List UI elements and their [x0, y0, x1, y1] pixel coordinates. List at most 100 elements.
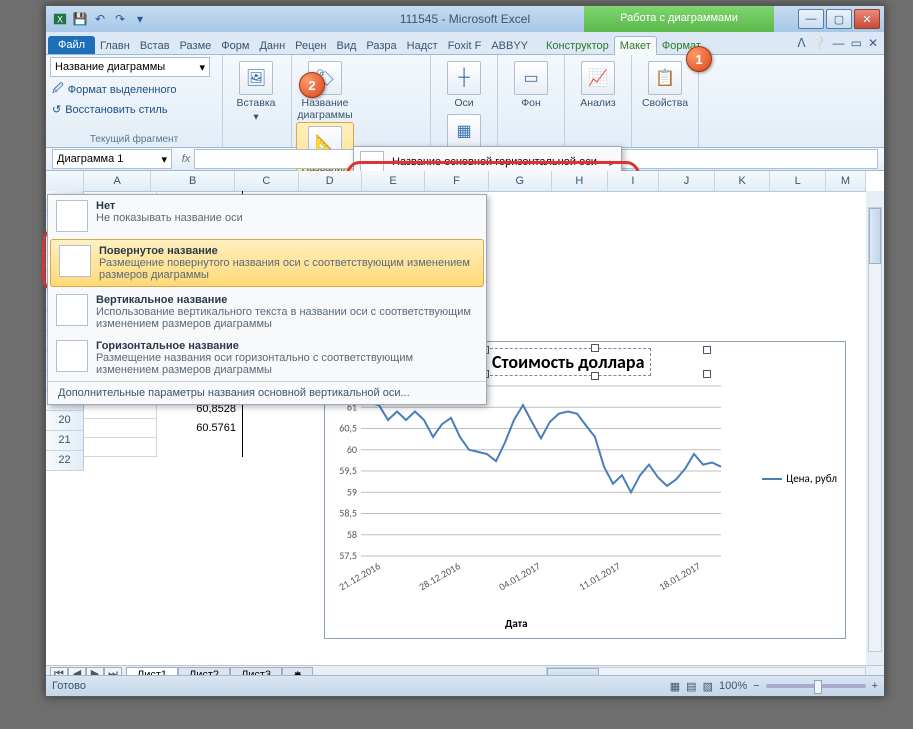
mdi-restore-icon[interactable]: ▭: [851, 36, 862, 50]
view-layout-icon[interactable]: ▤: [686, 680, 696, 693]
fx-icon[interactable]: fx: [178, 153, 194, 165]
tab-layout[interactable]: Макет: [614, 36, 657, 55]
tab-design[interactable]: Конструктор: [541, 37, 614, 54]
chart-legend: Цена, рубл: [762, 472, 837, 485]
vertical-axis-title-submenu: НетНе показывать название оси Повернутое…: [47, 194, 487, 405]
tab-view[interactable]: Вид: [332, 37, 362, 54]
tab-formulas[interactable]: Форм: [216, 37, 254, 54]
row-header[interactable]: 22: [46, 451, 84, 471]
background-button[interactable]: ▭Фон: [502, 57, 560, 110]
tab-file[interactable]: Файл: [48, 36, 95, 54]
quick-access-toolbar: X 💾 ↶ ↷ ▾: [46, 11, 148, 27]
submenu-horizontal[interactable]: Горизонтальное названиеРазмещение назван…: [48, 335, 486, 381]
col-header[interactable]: K: [715, 171, 771, 191]
ribbon-help-controls: ᐱ ❔ — ▭ ✕: [797, 36, 878, 50]
col-header[interactable]: G: [489, 171, 552, 191]
background-icon: ▭: [514, 61, 548, 95]
svg-text:11.01.2017: 11.01.2017: [577, 559, 623, 593]
axes-button[interactable]: ┼Оси: [435, 57, 493, 110]
properties-icon: 📋: [648, 61, 682, 95]
zoom-in-button[interactable]: +: [872, 680, 878, 692]
tab-developer[interactable]: Разра: [361, 37, 401, 54]
col-header[interactable]: H: [552, 171, 608, 191]
col-header[interactable]: F: [425, 171, 488, 191]
name-box[interactable]: Диаграмма 1▾: [52, 149, 172, 169]
redo-icon[interactable]: ↷: [112, 11, 128, 27]
svg-text:60: 60: [347, 443, 357, 456]
mdi-close-icon[interactable]: ✕: [868, 36, 878, 50]
close-button[interactable]: ✕: [854, 9, 880, 29]
help-icon[interactable]: ❔: [812, 36, 827, 50]
submenu-rotated[interactable]: Повернутое названиеРазмещение повернутог…: [50, 239, 484, 287]
row-header[interactable]: 20: [46, 411, 84, 431]
minimize-button[interactable]: —: [798, 9, 824, 29]
tab-insert[interactable]: Встав: [135, 37, 175, 54]
chart-x-axis-label: Дата: [505, 617, 528, 630]
chart-element-combo[interactable]: Название диаграммы▾: [50, 57, 210, 77]
properties-button[interactable]: 📋Свойства: [636, 57, 694, 110]
format-selection-button[interactable]: 🖉Формат выделенного: [50, 79, 210, 100]
tab-home[interactable]: Главн: [95, 37, 135, 54]
zoom-slider[interactable]: [766, 684, 866, 688]
view-pagebreak-icon[interactable]: ▧: [703, 680, 713, 693]
haxis-icon: [360, 151, 384, 173]
chart-title[interactable]: Стоимость доллара: [485, 348, 651, 376]
tab-review[interactable]: Рецен: [290, 37, 331, 54]
status-bar: Готово ▦ ▤ ▧ 100% − +: [46, 675, 884, 696]
callout-badge-1: 1: [686, 46, 712, 72]
column-headers: ABCDEFGHIJKLM: [46, 171, 866, 192]
tab-addins[interactable]: Надст: [402, 37, 443, 54]
undo-icon[interactable]: ↶: [92, 11, 108, 27]
zoom-level[interactable]: 100%: [719, 680, 747, 692]
submenu-none[interactable]: НетНе показывать название оси: [48, 195, 486, 237]
axes-icon: ┼: [447, 61, 481, 95]
group-label: Текущий фрагмент: [50, 132, 218, 147]
ribbon: Название диаграммы▾ 🖉Формат выделенного …: [46, 55, 884, 148]
col-header[interactable]: I: [608, 171, 660, 191]
submenu-more-options[interactable]: Дополнительные параметры названия основн…: [48, 381, 486, 404]
svg-text:58: 58: [347, 528, 357, 541]
col-header[interactable]: C: [235, 171, 298, 191]
svg-text:X: X: [57, 15, 63, 25]
col-header[interactable]: M: [826, 171, 866, 191]
vertical-icon: [56, 294, 88, 326]
rotated-icon: [59, 245, 91, 277]
view-normal-icon[interactable]: ▦: [670, 680, 680, 693]
row-header[interactable]: 21: [46, 431, 84, 451]
maximize-button[interactable]: ▢: [826, 9, 852, 29]
svg-text:04.01.2017: 04.01.2017: [497, 559, 543, 593]
analysis-button[interactable]: 📈Анализ: [569, 57, 627, 110]
horizontal-icon: [56, 340, 88, 372]
col-header[interactable]: E: [362, 171, 425, 191]
chart-tools-contextual: Работа с диаграммами: [584, 6, 774, 32]
svg-text:59,5: 59,5: [339, 464, 357, 477]
save-icon[interactable]: 💾: [72, 11, 88, 27]
col-header[interactable]: B: [151, 171, 235, 191]
vertical-scrollbar[interactable]: [866, 191, 884, 668]
svg-text:59: 59: [347, 485, 357, 498]
col-header[interactable]: J: [659, 171, 715, 191]
tab-data[interactable]: Данн: [254, 37, 290, 54]
col-header[interactable]: A: [84, 171, 151, 191]
col-header[interactable]: D: [299, 171, 362, 191]
tab-foxit[interactable]: Foxit F: [443, 37, 487, 54]
zoom-out-button[interactable]: −: [753, 680, 759, 692]
tab-abbyy[interactable]: ABBYY: [486, 37, 533, 54]
svg-text:28.12.2016: 28.12.2016: [417, 559, 463, 593]
callout-badge-2: 2: [299, 72, 325, 98]
ribbon-minimize-icon[interactable]: ᐱ: [797, 36, 805, 50]
mdi-min-icon[interactable]: —: [833, 36, 845, 50]
tab-pagelayout[interactable]: Разме: [175, 37, 217, 54]
svg-text:58,5: 58,5: [339, 507, 357, 520]
svg-text:57,5: 57,5: [339, 549, 357, 562]
col-header[interactable]: L: [770, 171, 826, 191]
status-ready: Готово: [52, 680, 86, 692]
reset-style-button[interactable]: ↺Восстановить стиль: [50, 102, 210, 117]
insert-button[interactable]: 🖼Вставка▾: [227, 57, 285, 124]
chart-plot-area: 57,55858,55959,56060,56161,521.12.201628…: [361, 386, 721, 556]
qat-dropdown-icon[interactable]: ▾: [132, 11, 148, 27]
none-icon: [56, 200, 88, 232]
picture-icon: 🖼: [239, 61, 273, 95]
svg-text:60,5: 60,5: [339, 422, 357, 435]
submenu-vertical[interactable]: Вертикальное названиеИспользование верти…: [48, 289, 486, 335]
